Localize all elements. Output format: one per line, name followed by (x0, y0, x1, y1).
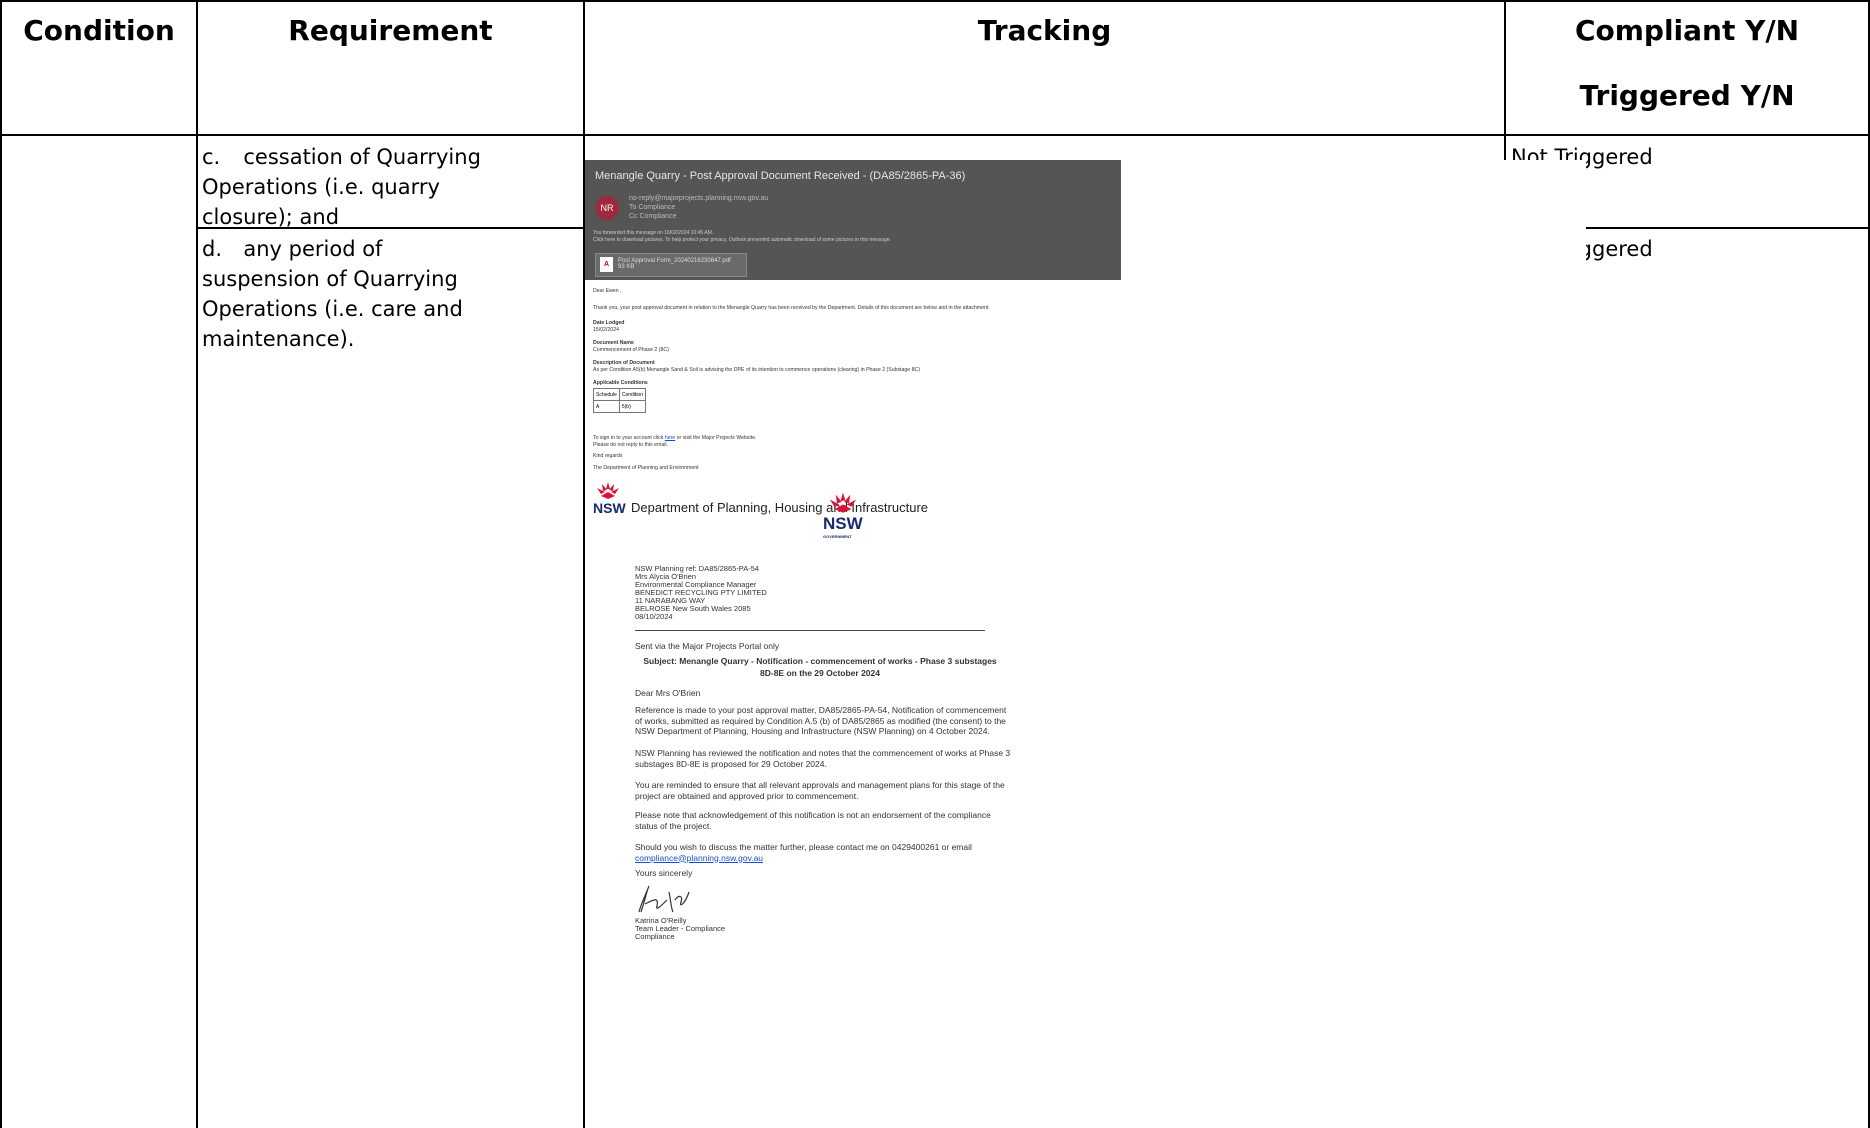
email-cc: Cc Compliance (629, 213, 677, 220)
email-subject: Menangle Quarry - Post Approval Document… (595, 170, 966, 182)
letter-closing: Yours sincerely (635, 868, 693, 878)
paragraph-line: Should you wish to discuss the matter fu… (635, 842, 972, 852)
signatory-line: Compliance (635, 932, 675, 941)
letter-subject-2: 8D-8E on the 29 October 2024 (760, 668, 880, 678)
email-from: no-reply@majorprojects.planning.nsw.gov.… (629, 195, 769, 202)
signin-link[interactable]: here (665, 435, 675, 441)
paragraph-line: Please note that acknowledgement of this… (635, 810, 991, 820)
attachment-size: 93 KB (618, 264, 635, 270)
col-divider-1 (196, 0, 198, 1128)
letter-subject-1: Subject: Menangle Quarry - Notification … (643, 656, 997, 666)
nsw-wordmark-email: NSW (593, 500, 626, 516)
requirement-line: any period of (243, 237, 383, 261)
table-top-border (0, 0, 1870, 2)
paragraph-line: substages 8D-8E is proposed for 29 Octob… (635, 758, 827, 769)
header-tracking: Tracking (977, 14, 1112, 47)
letter-signatory: Katrina O'Reilly Team Leader - Complianc… (635, 917, 725, 941)
desc: As per Condition A5(b) Menangle Sand & S… (593, 367, 920, 373)
signin-suffix: or visit the Major Projects Website. (676, 435, 757, 441)
letter-department: Department of Planning, Housing and Infr… (631, 500, 929, 515)
attachment-chip: A Post Approval Form_20240216230847.pdf … (595, 253, 747, 277)
email-to: To Compliance (629, 204, 676, 211)
header-compliant: Compliant Y/N (1574, 14, 1800, 47)
requirement-line: cessation of Quarrying (243, 145, 481, 169)
requirement-row-c: c. cessation of Quarrying Operations (i.… (202, 142, 577, 232)
noreply-line: Please do not reply to this email. (593, 442, 668, 448)
mini-cell: 5(b) (618, 400, 647, 413)
paragraph-line: NSW Department of Planning, Housing and … (635, 726, 990, 736)
requirement-letter: c. (202, 145, 221, 169)
letter-salutation: Dear Mrs O'Brien (635, 688, 701, 698)
applicable-label: Applicable Conditions (593, 380, 648, 386)
signature (638, 885, 690, 913)
requirement-line: maintenance). (202, 327, 355, 351)
email-intro: Thank you, your post approval document i… (593, 305, 990, 311)
avatar: NR (595, 196, 619, 220)
paragraph-line: project are obtained and approved prior … (635, 790, 859, 801)
header-requirement: Requirement (288, 14, 493, 47)
paragraph-line: NSW Planning has reviewed the notificati… (635, 748, 1011, 758)
nsw-waratah-logo-letter (829, 492, 857, 513)
letter-sent-via: Sent via the Major Projects Portal only (635, 641, 780, 651)
date-lodged: 15/02/2024 (593, 327, 619, 333)
tracking-evidence-image: Menangle Quarry - Post Approval Document… (585, 160, 1586, 1128)
email-greeting: Dear Ewen , (593, 288, 622, 294)
letter-paragraph-3: You are reminded to ensure that all rele… (635, 780, 1005, 801)
dept-line: The Department of Planning and Environme… (593, 465, 699, 471)
letter-divider (635, 630, 985, 631)
letter-paragraph-2: NSW Planning has reviewed the notificati… (635, 748, 1010, 769)
email-info: You forwarded this message on 16/02/2024… (593, 230, 891, 244)
signin-line: To sign in to your account click here or… (593, 435, 756, 442)
letter-paragraph-1: Reference is made to your post approval … (635, 705, 1006, 737)
nsw-waratah-logo (597, 482, 619, 499)
email-header: Menangle Quarry - Post Approval Document… (585, 160, 1121, 280)
requirement-row-d: d. any period of suspension of Quarrying… (202, 234, 577, 354)
paragraph-line: Reference is made to your post approval … (635, 705, 1007, 715)
letter-address: NSW Planning ref: DA85/2865-PA-54 Mrs Al… (635, 565, 767, 621)
doc-name-label: Document Name (593, 340, 634, 346)
date-lodged-label: Date Lodged (593, 320, 625, 326)
applicable-conditions-table: Schedule Condition A 5(b) (593, 388, 647, 413)
requirement-letter: d. (202, 237, 223, 261)
paragraph-line: status of the project. (635, 820, 712, 831)
desc-label: Description of Document (593, 360, 655, 366)
requirement-line: Operations (i.e. care and (202, 297, 463, 321)
regards-line: Kind regards (593, 453, 623, 459)
header-condition: Condition (23, 14, 175, 47)
letter-paragraph-4: Please note that acknowledgement of this… (635, 810, 991, 831)
nsw-government: GOVERNMENT (823, 534, 852, 539)
mini-header: Condition (618, 388, 647, 401)
doc-name: Commencement of Phase 2 (8C) (593, 347, 669, 353)
address-line: 08/10/2024 (635, 612, 673, 621)
paragraph-line: You are reminded to ensure that all rele… (635, 780, 1005, 790)
table-left-border (0, 0, 2, 1128)
compliance-email-link[interactable]: compliance@planning.nsw.gov.au (635, 853, 972, 864)
header-bottom-border (0, 134, 1870, 136)
requirement-line: suspension of Quarrying (202, 267, 458, 291)
download-pictures-line: Click here to download pictures. To help… (593, 237, 892, 243)
mini-cell: A (593, 400, 620, 413)
nsw-wordmark-letter: NSW (823, 514, 863, 533)
requirement-line: closure); and (202, 205, 340, 229)
letter-paragraph-5: Should you wish to discuss the matter fu… (635, 842, 972, 863)
attachment-name: Post Approval Form_20240216230847.pdf (618, 258, 731, 264)
paragraph-line: of works, submitted as required by Condi… (635, 715, 1006, 726)
email-from-block: no-reply@majorprojects.planning.nsw.gov.… (629, 194, 768, 221)
header-triggered: Triggered Y/N (1579, 79, 1795, 112)
mini-header: Schedule (593, 388, 620, 401)
signin-prefix: To sign in to your account click (593, 435, 664, 441)
pdf-icon: A (600, 257, 613, 272)
info-icon-line: You forwarded this message on 16/02/2024… (593, 230, 714, 236)
requirement-line: Operations (i.e. quarry (202, 175, 440, 199)
